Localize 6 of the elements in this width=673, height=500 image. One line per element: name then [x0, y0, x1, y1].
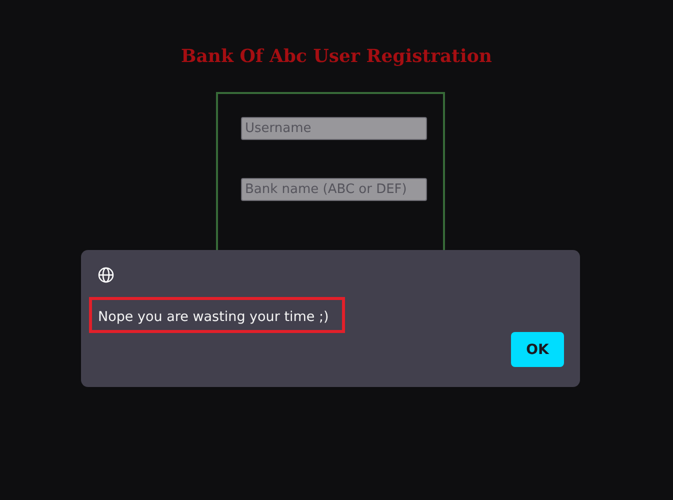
dialog-message: Nope you are wasting your time ;) [98, 309, 329, 325]
input-field[interactable]: Bank name (ABC or DEF) [241, 178, 427, 201]
input-field[interactable]: Username [241, 117, 427, 140]
globe-icon [98, 267, 114, 283]
page-title: Bank Of Abc User Registration [180, 45, 493, 69]
ok-button[interactable]: OK [511, 332, 564, 367]
